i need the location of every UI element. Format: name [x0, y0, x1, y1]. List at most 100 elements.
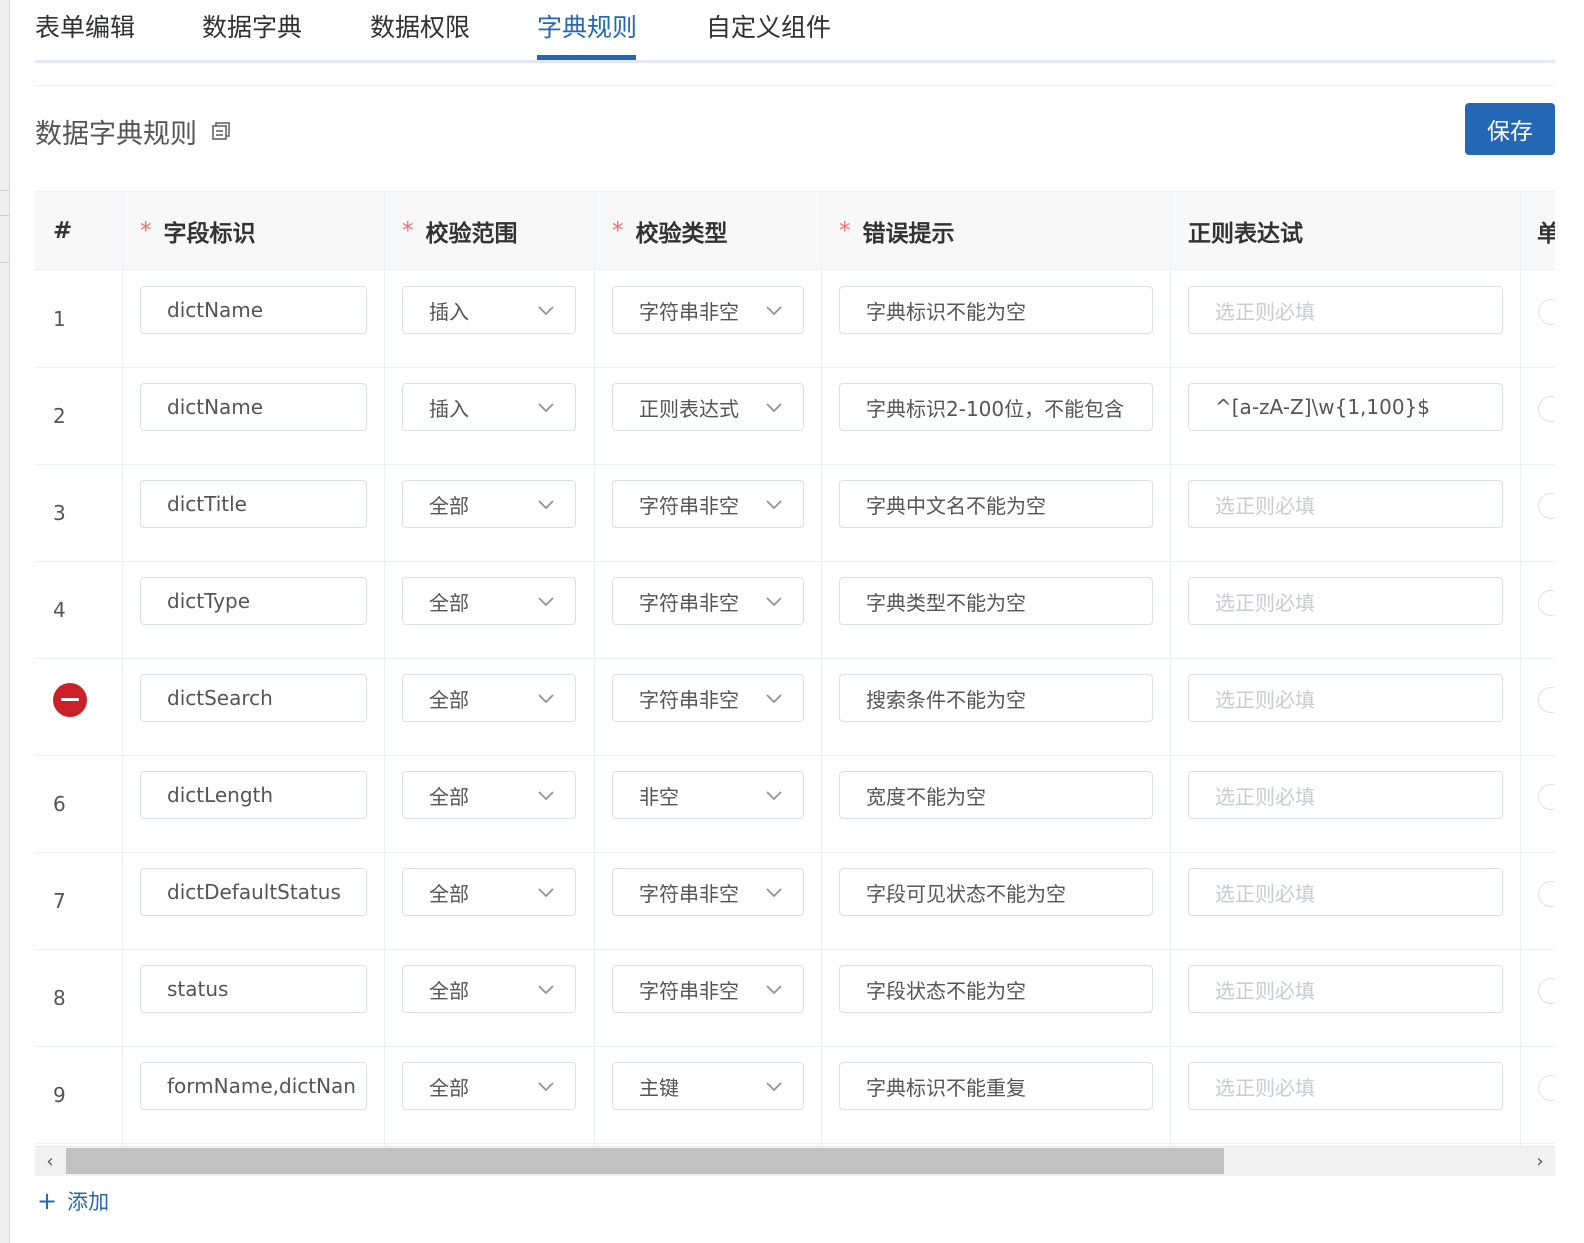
scope-select[interactable]: 全部 — [402, 771, 576, 819]
type-select[interactable]: 字符串非空 — [612, 577, 804, 625]
regex-input[interactable]: 选正则必填 — [1188, 286, 1503, 334]
message-input[interactable]: 字典标识不能重复 — [839, 1062, 1153, 1110]
chevron-down-icon — [538, 694, 554, 704]
copy-icon[interactable] — [211, 121, 231, 141]
message-input[interactable]: 搜索条件不能为空 — [839, 674, 1153, 722]
scope-select-value: 全部 — [429, 784, 469, 809]
field-input[interactable]: status — [140, 965, 367, 1013]
type-select[interactable]: 非空 — [612, 771, 804, 819]
type-select[interactable]: 主键 — [612, 1062, 804, 1110]
scope-select[interactable]: 插入 — [402, 286, 576, 334]
header-field-label: 字段标识 — [163, 220, 256, 247]
column-divider — [594, 192, 595, 1147]
radio-button[interactable] — [1538, 978, 1555, 1004]
table-row: 6 dictLength 全部 非空 宽度不能为空 选正则必填 — [35, 755, 1555, 853]
header-scope-label: 校验范围 — [425, 220, 518, 247]
chevron-down-icon — [538, 403, 554, 413]
required-mark: * — [402, 217, 414, 244]
chevron-down-icon — [766, 1082, 782, 1092]
regex-input[interactable]: 选正则必填 — [1188, 480, 1503, 528]
radio-button[interactable] — [1538, 590, 1555, 616]
scope-select[interactable]: 全部 — [402, 868, 576, 916]
save-button[interactable]: 保存 — [1465, 103, 1555, 155]
horizontal-scrollbar[interactable]: ‹ › — [35, 1146, 1555, 1176]
section-title: 数据字典规则 — [35, 119, 197, 150]
table-row: dictSearch 全部 字符串非空 搜索条件不能为空 选正则必填 — [35, 658, 1555, 756]
type-select-value: 正则表达式 — [639, 396, 739, 421]
scope-select-value: 全部 — [429, 687, 469, 712]
radio-button[interactable] — [1538, 784, 1555, 810]
tab-dict-rules[interactable]: 字典规则 — [537, 8, 637, 44]
plus-icon: + — [37, 1187, 58, 1215]
scope-select-value: 插入 — [429, 299, 469, 324]
radio-button[interactable] — [1538, 493, 1555, 519]
regex-input[interactable]: 选正则必填 — [1188, 674, 1503, 722]
field-input[interactable]: dictType — [140, 577, 367, 625]
header-message: * 错误提示 — [839, 192, 955, 269]
radio-button[interactable] — [1538, 881, 1555, 907]
scope-select[interactable]: 全部 — [402, 577, 576, 625]
field-input[interactable]: dictLength — [140, 771, 367, 819]
active-tab-indicator — [537, 55, 636, 60]
add-rule-label: 添加 — [67, 1190, 110, 1214]
scroll-left-icon[interactable]: ‹ — [37, 1147, 63, 1176]
radio-button[interactable] — [1538, 299, 1555, 325]
tab-data-permission[interactable]: 数据权限 — [370, 8, 470, 44]
type-select[interactable]: 字符串非空 — [612, 674, 804, 722]
message-input[interactable]: 字段状态不能为空 — [839, 965, 1153, 1013]
row-index: 2 — [53, 403, 66, 428]
regex-input[interactable]: 选正则必填 — [1188, 868, 1503, 916]
message-input[interactable]: 字典标识不能为空 — [839, 286, 1153, 334]
tab-data-dictionary[interactable]: 数据字典 — [202, 8, 302, 44]
chevron-down-icon — [766, 985, 782, 995]
radio-button[interactable] — [1538, 396, 1555, 422]
tab-custom-component[interactable]: 自定义组件 — [706, 8, 831, 44]
scrollbar-thumb[interactable] — [66, 1148, 1224, 1174]
scope-select[interactable]: 全部 — [402, 480, 576, 528]
message-input[interactable]: 字典标识2-100位，不能包含 — [839, 383, 1153, 431]
message-input[interactable]: 宽度不能为空 — [839, 771, 1153, 819]
field-input[interactable]: dictDefaultStatus — [140, 868, 367, 916]
radio-button[interactable] — [1538, 1075, 1555, 1101]
chevron-down-icon — [766, 306, 782, 316]
regex-input[interactable]: ^[a-zA-Z]\w{1,100}$ — [1188, 383, 1503, 431]
type-select[interactable]: 正则表达式 — [612, 383, 804, 431]
radio-button[interactable] — [1538, 687, 1555, 713]
scope-select[interactable]: 全部 — [402, 674, 576, 722]
type-select-value: 字符串非空 — [639, 978, 739, 1003]
regex-input[interactable]: 选正则必填 — [1188, 577, 1503, 625]
regex-input[interactable]: 选正则必填 — [1188, 1062, 1503, 1110]
field-input[interactable]: dictName — [140, 286, 367, 334]
regex-input[interactable]: 选正则必填 — [1188, 965, 1503, 1013]
scope-select[interactable]: 插入 — [402, 383, 576, 431]
row-index: 9 — [53, 1082, 66, 1107]
message-input[interactable]: 字典中文名不能为空 — [839, 480, 1153, 528]
column-divider — [122, 192, 123, 1147]
regex-input[interactable]: 选正则必填 — [1188, 771, 1503, 819]
field-input[interactable]: dictSearch — [140, 674, 367, 722]
add-rule-button[interactable]: + 添加 — [37, 1186, 109, 1216]
type-select-value: 字符串非空 — [639, 687, 739, 712]
table-row: 4 dictType 全部 字符串非空 字典类型不能为空 选正则必填 — [35, 561, 1555, 659]
message-input[interactable]: 字典类型不能为空 — [839, 577, 1153, 625]
row-index: 1 — [53, 306, 66, 331]
field-input[interactable]: dictName — [140, 383, 367, 431]
scope-select[interactable]: 全部 — [402, 965, 576, 1013]
table-row: 1 dictName 插入 字符串非空 字典标识不能为空 选正则必填 — [35, 270, 1555, 368]
column-divider — [384, 192, 385, 1147]
header-regex-label: 正则表达试 — [1188, 220, 1303, 247]
header-cut-off-label: 单 — [1537, 214, 1555, 248]
header-message-label: 错误提示 — [862, 220, 955, 247]
type-select[interactable]: 字符串非空 — [612, 480, 804, 528]
scope-select-value: 全部 — [429, 881, 469, 906]
field-input[interactable]: formName,dictNan — [140, 1062, 367, 1110]
message-input[interactable]: 字段可见状态不能为空 — [839, 868, 1153, 916]
remove-circle-icon[interactable] — [53, 683, 87, 717]
type-select[interactable]: 字符串非空 — [612, 286, 804, 334]
scope-select[interactable]: 全部 — [402, 1062, 576, 1110]
scroll-right-icon[interactable]: › — [1527, 1147, 1553, 1176]
type-select[interactable]: 字符串非空 — [612, 965, 804, 1013]
type-select[interactable]: 字符串非空 — [612, 868, 804, 916]
field-input[interactable]: dictTitle — [140, 480, 367, 528]
tab-form-edit[interactable]: 表单编辑 — [35, 8, 135, 44]
